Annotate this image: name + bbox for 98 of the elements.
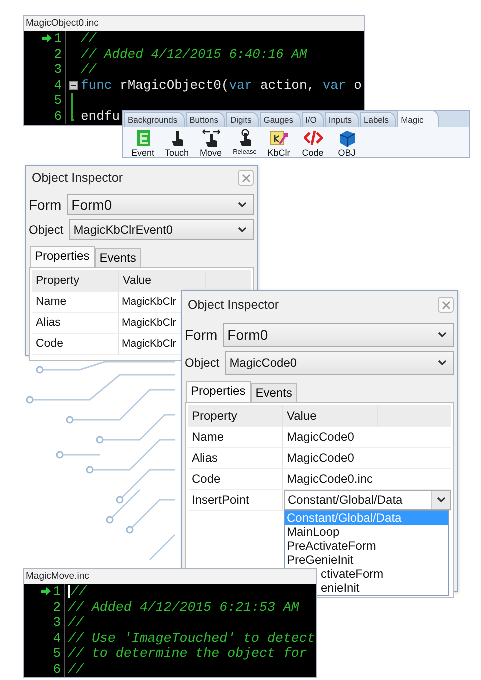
tool-label: OBJ: [338, 148, 356, 158]
field-label: Form: [185, 327, 218, 343]
table-cell: Name: [32, 292, 119, 312]
line-number: 5: [54, 93, 62, 108]
palette-tool[interactable]: Event: [129, 129, 157, 158]
collapse-icon: [69, 80, 78, 90]
line-number: 1: [54, 31, 62, 46]
line-number: 4: [54, 78, 62, 93]
code-line: func rMagicObject0(var action, var o: [81, 78, 362, 93]
text-cursor: [68, 585, 70, 598]
inspector-tab[interactable]: Properties: [30, 246, 95, 267]
window-title: Object Inspector: [31, 171, 124, 185]
cube-icon: [338, 129, 356, 148]
code-tag-icon: [304, 129, 322, 148]
window-title: MagicMove.inc: [26, 571, 90, 582]
table-cell: Code: [32, 334, 119, 354]
tool-label: Move: [200, 148, 222, 158]
window-title: Object Inspector: [187, 298, 280, 312]
arrow-icon: [41, 587, 52, 596]
palette-tab[interactable]: Gauges: [260, 112, 300, 127]
dropdown-option[interactable]: ctivateForm: [319, 567, 448, 581]
line-number: 2: [54, 46, 62, 62]
palette-tool[interactable]: KbClr: [265, 129, 293, 158]
code-line: endfu: [81, 108, 120, 124]
chevron-icon: [438, 360, 447, 366]
hand-arrows-icon: [202, 129, 220, 148]
table-cell-text: MagicKbClr: [121, 295, 178, 310]
palette-tab[interactable]: Labels: [360, 112, 396, 127]
palette-tool[interactable]: Touch: [163, 129, 191, 158]
palette-tab[interactable]: Buttons: [186, 112, 226, 127]
inspector-tab[interactable]: Events: [250, 383, 298, 402]
line-number: 4: [53, 630, 61, 646]
code-line: // to determine the object for: [68, 646, 308, 662]
field-label: Object: [29, 222, 64, 236]
palette-tool[interactable]: Move: [197, 129, 225, 158]
table-cell: Name: [188, 427, 283, 447]
table-cell: Alias: [32, 313, 119, 333]
code-line: //: [68, 662, 84, 677]
code-line: //: [81, 31, 97, 46]
table-cell-text: MagicCode0.inc: [286, 471, 374, 488]
form-dropdown[interactable]: Form0: [222, 323, 454, 347]
dropdown-option[interactable]: PreGenieInit: [285, 553, 448, 567]
value-dropdown[interactable]: Constant/Global/Data: [284, 490, 451, 510]
table-cell: Code: [188, 469, 283, 489]
palette-tab[interactable]: Magic: [397, 110, 439, 127]
close-icon: [242, 174, 250, 182]
table-cell-text: MagicCode0: [286, 450, 356, 467]
palette-tool[interactable]: OBJ: [333, 129, 361, 158]
code-line: //: [81, 62, 97, 78]
table-cell: InsertPoint: [188, 490, 283, 510]
object-dropdown[interactable]: MagicCode0: [224, 351, 454, 375]
code-line: // Added 4/12/2015 6:40:16 AM: [81, 46, 308, 62]
palette-tab[interactable]: I/O: [302, 112, 324, 127]
dropdown-option[interactable]: PreActivateForm: [285, 539, 448, 553]
column-header[interactable]: Property: [32, 270, 119, 291]
tool-label: Code: [302, 148, 324, 158]
chevron-icon: [238, 226, 247, 232]
inspector-tab[interactable]: Events: [94, 248, 142, 267]
dropdown-option[interactable]: enieInit: [319, 581, 448, 595]
line-number: 3: [53, 615, 61, 630]
palette-tab[interactable]: Inputs: [324, 112, 359, 127]
field-label: Object: [185, 356, 220, 370]
chevron-icon: [438, 332, 447, 338]
code-line: // Use 'ImageTouched' to detect: [68, 630, 316, 646]
tool-label: Event: [131, 148, 154, 158]
palette-tab[interactable]: Backgrounds: [124, 112, 185, 127]
tool-label: Touch: [164, 148, 190, 158]
tool-label: KbClr: [268, 148, 290, 158]
palette-tab[interactable]: Digits: [226, 112, 259, 127]
table-cell: Alias: [188, 448, 283, 468]
line-number: 6: [53, 662, 61, 677]
chevron-icon: [238, 202, 247, 208]
close-icon: [442, 300, 450, 310]
code-line: //: [71, 584, 87, 600]
line-number: 2: [53, 600, 61, 615]
column-header[interactable]: Property: [188, 405, 283, 426]
field-label: Form: [29, 196, 62, 212]
line-number: 3: [54, 62, 62, 78]
arrow-icon: [42, 34, 52, 44]
line-number: 5: [53, 646, 61, 662]
object-dropdown[interactable]: MagicKbClrEvent0: [68, 219, 254, 240]
line-number: 6: [54, 108, 62, 124]
code-line: //: [68, 615, 84, 630]
keyboard-key-icon: [270, 129, 288, 148]
window-title: MagicObject0.inc: [26, 18, 99, 29]
dropdown-option[interactable]: MainLoop: [285, 525, 448, 539]
close-button[interactable]: [438, 297, 454, 313]
column-header[interactable]: Value: [283, 405, 378, 426]
close-button[interactable]: [238, 170, 254, 186]
table-cell-text: MagicKbClr: [121, 337, 178, 352]
form-dropdown[interactable]: Form0: [66, 194, 254, 215]
code-line: // Added 4/12/2015 6:21:53 AM: [68, 600, 300, 615]
table-cell-text: MagicCode0: [286, 429, 356, 446]
inspector-tab[interactable]: Properties: [186, 381, 251, 402]
table-cell-text: MagicKbClr: [121, 316, 178, 331]
line-number: 1: [53, 584, 61, 600]
chevron-icon: [436, 497, 446, 503]
palette-tool[interactable]: Code: [299, 129, 327, 158]
